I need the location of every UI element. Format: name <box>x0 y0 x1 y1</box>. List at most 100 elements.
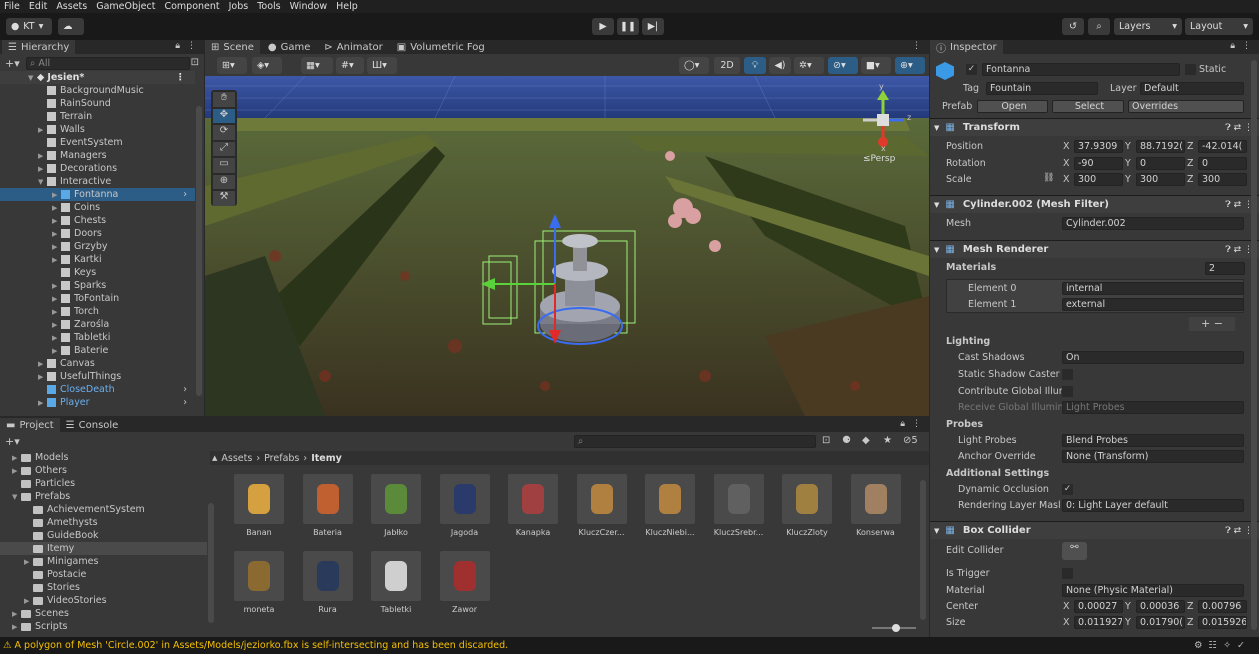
chevron-right-icon[interactable]: ▶ <box>38 399 47 407</box>
mesh-filter-header[interactable]: ▼ ▦ Cylinder.002 (Mesh Filter) ❓︎ ⇄ ⋮ <box>930 195 1259 213</box>
menu-gameobject[interactable]: GameObject <box>96 0 155 13</box>
asset-item[interactable]: Jabłko <box>369 474 423 537</box>
menu-window[interactable]: Window <box>290 0 327 13</box>
folder-item[interactable]: AchievementSystem <box>0 503 207 516</box>
orientation-button[interactable]: ◯▾ <box>679 57 709 74</box>
scale-tool-icon[interactable]: ⤢ <box>213 141 235 157</box>
chevron-right-icon[interactable]: ▶ <box>52 347 61 355</box>
prefab-overrides-dropdown[interactable]: Overrides <box>1128 100 1244 113</box>
chevron-down-icon[interactable]: ▼ <box>934 124 939 132</box>
hierarchy-search-input[interactable]: ⌕ All <box>26 57 190 70</box>
scale-x-field[interactable]: 300 <box>1074 173 1123 186</box>
chevron-right-icon[interactable]: › <box>183 397 187 408</box>
folder-item[interactable]: ▶ Others <box>0 464 207 477</box>
asset-item[interactable]: Bateria <box>301 474 355 537</box>
tab-console[interactable]: ☰ Console <box>60 418 125 432</box>
materials-count[interactable]: 2 <box>1205 262 1245 275</box>
camera-button[interactable]: ■▾ <box>861 57 891 74</box>
hierarchy-item[interactable]: ▶ UsefulThings <box>0 370 195 383</box>
chevron-down-icon[interactable]: ▼ <box>934 246 939 254</box>
anchor-override-field[interactable]: None (Transform) <box>1062 450 1244 463</box>
add-icon[interactable]: +▾ <box>5 435 20 448</box>
asset-scrollbar[interactable] <box>920 480 926 620</box>
effects-toggle[interactable]: ✲▾ <box>794 57 824 74</box>
play-button[interactable]: ▶ <box>592 18 614 35</box>
chevron-right-icon[interactable]: ▶ <box>38 373 47 381</box>
chevron-down-icon[interactable]: ▼ <box>934 201 939 209</box>
increment-button[interactable]: Ш▾ <box>367 57 397 74</box>
asset-item[interactable]: KluczSrebr... <box>712 474 766 537</box>
rotate-tool-icon[interactable]: ⟳ <box>213 125 235 140</box>
center-y-field[interactable]: 0.00036 <box>1136 600 1185 613</box>
chevron-right-icon[interactable]: ▶ <box>38 152 47 160</box>
chevron-right-icon[interactable]: ▶ <box>52 334 61 342</box>
folder-item[interactable]: Postacie <box>0 568 207 581</box>
inspector-scrollbar[interactable] <box>1251 60 1257 630</box>
mesh-field[interactable]: Cylinder.002 <box>1062 217 1244 230</box>
chevron-right-icon[interactable]: ▶ <box>52 204 61 212</box>
size-y-field[interactable]: 0.01790( <box>1136 616 1185 629</box>
folder-item[interactable]: GuideBook <box>0 529 207 542</box>
hierarchy-item[interactable]: Terrain <box>0 110 195 123</box>
physic-material-field[interactable]: None (Physic Material) <box>1062 584 1244 597</box>
rotation-x-field[interactable]: -90 <box>1074 157 1123 170</box>
chevron-right-icon[interactable]: ▶ <box>24 558 33 566</box>
chevron-right-icon[interactable]: ▶ <box>52 321 61 329</box>
chevron-right-icon[interactable]: ▶ <box>24 597 33 605</box>
rect-tool-icon[interactable]: ▭ <box>213 158 235 173</box>
chevron-right-icon[interactable]: ▶ <box>52 230 61 238</box>
chevron-right-icon[interactable]: ▶ <box>38 165 47 173</box>
folder-item[interactable]: ▶ Minigames <box>0 555 207 568</box>
lock-icon[interactable]: 🔒︎ <box>1230 41 1235 51</box>
menu-edit[interactable]: Edit <box>29 0 47 13</box>
asset-item[interactable]: KluczZloty <box>780 474 834 537</box>
tab-game[interactable]: ● Game <box>262 40 317 54</box>
hierarchy-item[interactable]: ▶ Canvas <box>0 357 195 370</box>
contribute-gi-checkbox[interactable] <box>1062 386 1073 397</box>
label-icon[interactable]: ◆ <box>862 435 870 446</box>
hierarchy-item[interactable]: EventSystem <box>0 136 195 149</box>
chevron-right-icon[interactable]: ▶ <box>12 610 21 618</box>
cache-icon[interactable]: ☷ <box>1209 640 1224 651</box>
layer-dropdown[interactable]: Default <box>1140 82 1244 95</box>
grid-snap-button[interactable]: ▦▾ <box>301 57 333 74</box>
hierarchy-item[interactable]: ▶ Fontanna › <box>0 188 195 201</box>
object-name-input[interactable]: Fontanna <box>982 63 1180 76</box>
chevron-right-icon[interactable]: ▶ <box>12 623 21 631</box>
transform-header[interactable]: ▼ ▦ Transform ❓︎ ⇄ ⋮ <box>930 118 1259 136</box>
asset-item[interactable]: Rura <box>301 551 355 614</box>
hierarchy-item[interactable]: ▶ Managers <box>0 149 195 162</box>
rotation-z-field[interactable]: 0 <box>1198 157 1247 170</box>
pause-button[interactable]: ❚❚ <box>617 18 639 35</box>
kebab-menu-icon[interactable]: ⋮ <box>187 41 196 51</box>
menu-tools[interactable]: Tools <box>257 0 280 13</box>
scale-y-field[interactable]: 300 <box>1136 173 1185 186</box>
step-button[interactable]: ▶| <box>642 18 664 35</box>
check-icon[interactable]: ✓ <box>1237 640 1251 651</box>
folder-item[interactable]: ▶ Scripts <box>0 620 207 633</box>
size-z-field[interactable]: 0.015926 <box>1198 616 1247 629</box>
chevron-down-icon[interactable]: ▼ <box>12 493 21 501</box>
search-button[interactable]: ⌕ <box>1088 18 1110 35</box>
mesh-renderer-header[interactable]: ▼ ▦ Mesh Renderer ❓︎ ⇄ ⋮ <box>930 240 1259 258</box>
light-probes-dropdown[interactable]: Blend Probes <box>1062 434 1244 447</box>
shading-button[interactable]: ◈▾ <box>252 57 282 74</box>
scale-z-field[interactable]: 300 <box>1198 173 1247 186</box>
search-by-type-icon[interactable]: ⊡ <box>822 435 830 446</box>
move-tool-icon[interactable]: ✥ <box>213 108 235 124</box>
position-y-field[interactable]: 88.7192( <box>1136 140 1185 153</box>
scene-viewport[interactable]: ✋︎ ✥ ⟳ ⤢ ▭ ⊕ ⚒ y z x ≤Persp <box>205 76 929 416</box>
hierarchy-item[interactable]: ▶ Decorations <box>0 162 195 175</box>
asset-item[interactable]: Banan <box>232 474 286 537</box>
lock-icon[interactable]: 🔒︎ <box>175 41 180 51</box>
edit-collider-button[interactable]: ⚯ <box>1062 542 1087 560</box>
kebab-menu-icon[interactable]: ⋮ <box>1242 41 1251 51</box>
hierarchy-item[interactable]: ▶ Kartki <box>0 253 195 266</box>
hierarchy-item[interactable]: ▼ Interactive <box>0 175 195 188</box>
is-trigger-checkbox[interactable] <box>1062 568 1073 579</box>
chevron-right-icon[interactable]: ▶ <box>52 295 61 303</box>
help-icon[interactable]: ❓︎ ⇄ ⋮ <box>1225 526 1253 536</box>
menu-assets[interactable]: Assets <box>56 0 87 13</box>
asset-item[interactable]: Kanapka <box>506 474 560 537</box>
help-icon[interactable]: ❓︎ ⇄ ⋮ <box>1225 245 1253 255</box>
